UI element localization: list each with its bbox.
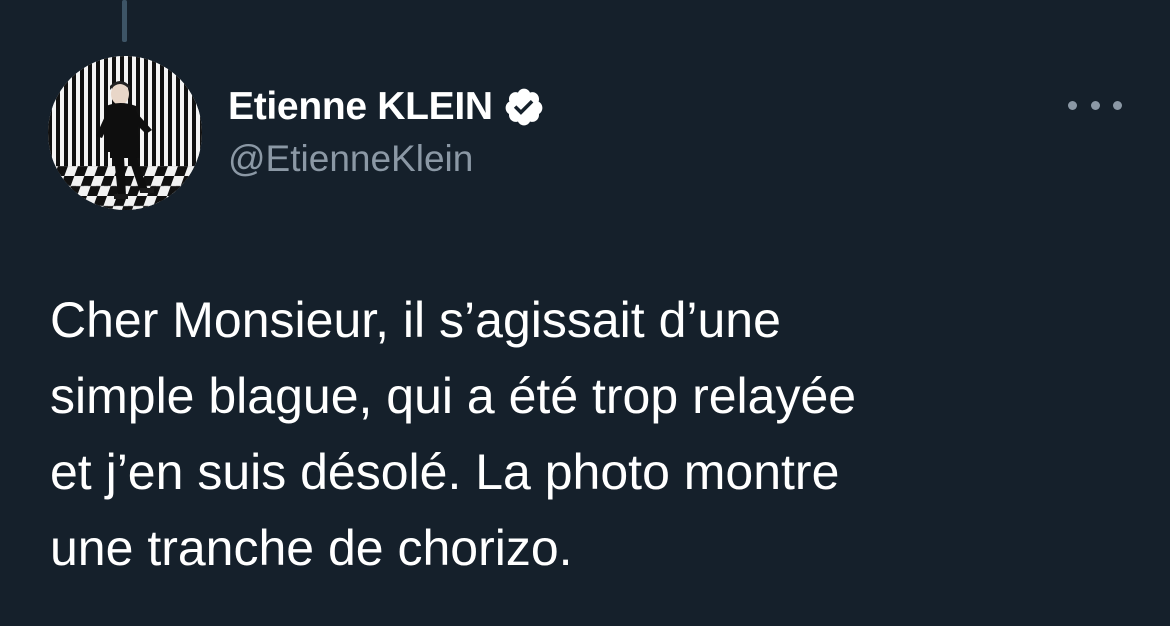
ellipsis-dot xyxy=(1113,100,1122,110)
author-name-row[interactable]: Etienne KLEIN xyxy=(228,82,545,132)
verified-badge-icon xyxy=(503,86,545,128)
ellipsis-dot xyxy=(1090,100,1100,110)
avatar[interactable] xyxy=(48,56,202,210)
author-handle[interactable]: @EtienneKlein xyxy=(228,138,473,180)
more-options-button[interactable] xyxy=(1068,90,1122,120)
author-display-name[interactable]: Etienne KLEIN xyxy=(228,85,493,129)
thread-connector-line xyxy=(122,0,127,42)
tweet-text: Cher Monsieur, il s’agissait d’une simpl… xyxy=(50,292,857,576)
avatar-image xyxy=(48,56,202,210)
ellipsis-dot xyxy=(1068,100,1077,110)
